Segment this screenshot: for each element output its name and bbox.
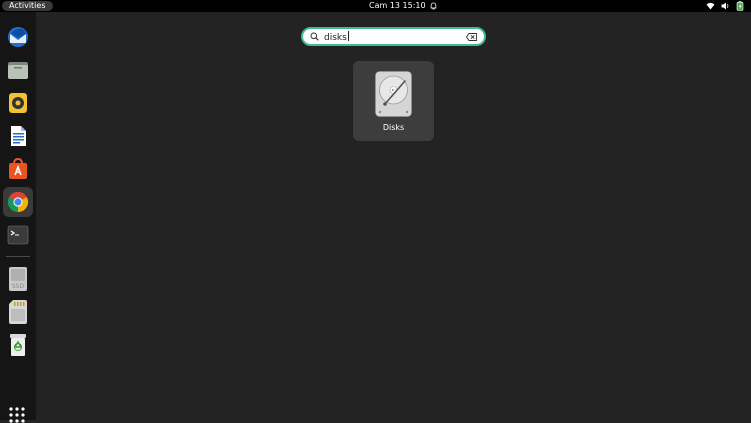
search-text: disks: [324, 31, 349, 44]
clock[interactable]: Cam 13 15:10: [369, 0, 426, 12]
battery-icon[interactable]: [736, 1, 745, 11]
search-result-disks[interactable]: Disks: [353, 61, 434, 141]
top-bar: Activities Cam 13 15:10: [0, 0, 751, 12]
dock-item-thunderbird[interactable]: [3, 22, 33, 52]
dock-item-chrome[interactable]: [3, 187, 33, 217]
speaker-icon: [9, 93, 27, 113]
dock-separator: [6, 256, 30, 257]
dock: SSD: [0, 12, 36, 423]
dock-item-trash[interactable]: [3, 330, 33, 360]
ssd-icon: SSD: [9, 267, 27, 291]
terminal-icon: [7, 225, 29, 245]
dock-item-ssd-drive[interactable]: SSD: [3, 264, 33, 294]
folder-icon: [8, 62, 28, 79]
disks-icon: [375, 71, 412, 117]
clear-icon[interactable]: [466, 33, 477, 41]
chrome-icon: [7, 191, 29, 213]
document-icon: [11, 126, 26, 146]
search-input[interactable]: disks: [301, 27, 486, 46]
result-label: Disks: [382, 123, 405, 132]
volume-icon[interactable]: [721, 1, 730, 11]
wifi-icon[interactable]: [706, 1, 715, 11]
ssd-label: SSD: [12, 283, 25, 290]
sd-card-icon: [9, 300, 27, 324]
dock-item-writer[interactable]: [3, 121, 33, 151]
activities-button[interactable]: Activities: [2, 1, 53, 11]
notification-icon[interactable]: [430, 2, 437, 10]
dock-item-app-center[interactable]: [3, 154, 33, 184]
dock-item-terminal[interactable]: [3, 220, 33, 250]
app-grid-icon[interactable]: [9, 407, 25, 423]
dock-item-files[interactable]: [3, 55, 33, 85]
dock-item-rhythmbox[interactable]: [3, 88, 33, 118]
text-caret: [347, 31, 349, 41]
trash-icon: [10, 334, 26, 356]
search-value: disks: [324, 33, 347, 43]
search-icon: [310, 32, 319, 41]
store-bag-icon: [9, 157, 27, 179]
dock-item-sd-card[interactable]: [3, 297, 33, 327]
mail-bird-icon: [8, 27, 28, 47]
